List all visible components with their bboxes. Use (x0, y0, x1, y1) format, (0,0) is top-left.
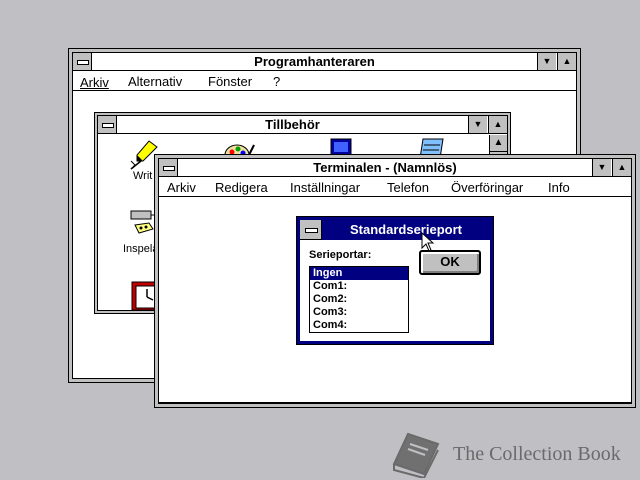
list-item[interactable]: Com4: (310, 319, 408, 332)
down-arrow-icon: ▼ (597, 162, 607, 172)
menu-telefon[interactable]: Telefon (387, 179, 429, 196)
program-manager-menubar: Arkiv Alternativ Fönster ? (73, 72, 576, 91)
accessories-title: Tillbehör (265, 117, 320, 132)
list-item[interactable]: Com2: (310, 293, 408, 306)
menu-installningar[interactable]: Inställningar (290, 179, 360, 196)
up-arrow-icon: ▲ (617, 162, 627, 172)
minimize-button[interactable]: ▼ (468, 116, 487, 133)
maximize-button[interactable]: ▲ (557, 53, 576, 70)
terminal-titlebar[interactable]: Terminalen - (Namnlös) ▼ ▲ (159, 159, 631, 177)
menu-help[interactable]: ? (273, 73, 280, 90)
system-menu-button[interactable] (159, 159, 178, 176)
scroll-up-arrow-icon[interactable]: ▲ (490, 135, 507, 152)
program-manager-titlebar[interactable]: Programhanteraren ▼ ▲ (73, 53, 576, 71)
mouse-cursor-icon (421, 232, 435, 252)
default-serial-port-dialog: Standardserieport Serieportar: Ingen Com… (296, 216, 494, 345)
down-arrow-icon: ▼ (473, 119, 483, 129)
minimize-button[interactable]: ▼ (592, 159, 611, 176)
program-manager-title: Programhanteraren (254, 54, 375, 69)
menu-info[interactable]: Info (548, 179, 570, 196)
terminal-menubar: Arkiv Redigera Inställningar Telefon Öve… (159, 178, 631, 197)
dialog-title[interactable]: Standardserieport (300, 220, 490, 240)
system-menu-button[interactable] (73, 53, 92, 70)
watermark-text: The Collection Book (453, 443, 621, 465)
maximize-button[interactable]: ▲ (612, 159, 631, 176)
terminal-bottom-edge (159, 402, 631, 403)
serial-ports-listbox[interactable]: Ingen Com1: Com2: Com3: Com4: (309, 266, 409, 333)
menu-redigera[interactable]: Redigera (215, 179, 268, 196)
menu-overforingar[interactable]: Överföringar (451, 179, 523, 196)
serial-ports-label: Serieportar: (309, 249, 372, 261)
up-arrow-icon: ▲ (493, 119, 503, 129)
list-item[interactable]: Com3: (310, 306, 408, 319)
up-arrow-icon: ▲ (562, 56, 572, 66)
accessories-titlebar[interactable]: Tillbehör ▼ ▲ (98, 116, 507, 134)
down-arrow-icon: ▼ (542, 56, 552, 66)
list-item[interactable]: Com1: (310, 280, 408, 293)
minimize-button[interactable]: ▼ (537, 53, 556, 70)
maximize-button[interactable]: ▲ (488, 116, 507, 133)
menu-alternativ[interactable]: Alternativ (128, 73, 182, 90)
menu-arkiv[interactable]: Arkiv (167, 179, 196, 196)
dialog-system-menu-button[interactable] (300, 220, 322, 240)
menu-arkiv-label: Arkiv (80, 75, 109, 90)
icon-label-writer: Writ (133, 170, 153, 182)
system-menu-button[interactable] (98, 116, 117, 133)
book-icon (392, 432, 440, 478)
terminal-title: Terminalen - (Namnlös) (313, 160, 457, 175)
list-item[interactable]: Ingen (310, 267, 408, 280)
menu-fonster[interactable]: Fönster (208, 73, 252, 90)
